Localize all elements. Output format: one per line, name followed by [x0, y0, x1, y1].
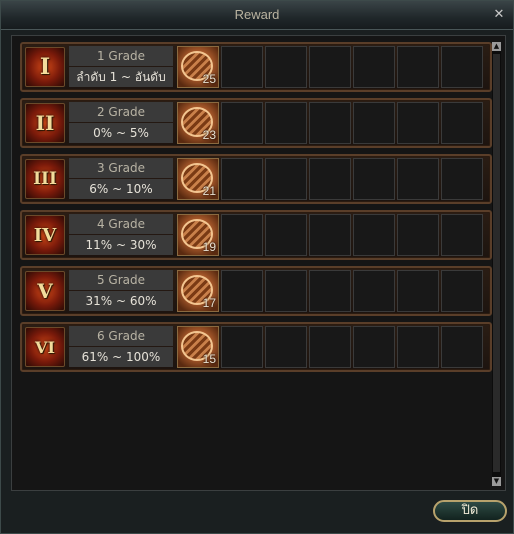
grade-label: 4 Grade: [69, 214, 173, 234]
empty-slot: [309, 214, 351, 256]
reward-item-slot[interactable]: 21: [177, 158, 219, 200]
empty-slot: [397, 270, 439, 312]
empty-slot: [265, 46, 307, 88]
empty-slot: [397, 102, 439, 144]
title-bar[interactable]: Reward ✕: [1, 1, 513, 30]
empty-slot: [353, 326, 395, 368]
reward-item-slot[interactable]: 15: [177, 326, 219, 368]
grade-info: 5 Grade 31% ~ 60%: [69, 270, 173, 312]
scroll-down-icon[interactable]: ▼: [492, 477, 501, 486]
grade-badge-icon: III: [25, 159, 65, 199]
empty-slot: [397, 46, 439, 88]
grade-badge-icon: II: [25, 103, 65, 143]
rank-range-label: ลำดับ 1 ~ อันดับ: [69, 67, 173, 87]
empty-slot: [441, 270, 483, 312]
close-button[interactable]: ปิด: [433, 500, 507, 522]
item-count: 25: [202, 72, 216, 86]
item-count: 15: [202, 352, 216, 366]
empty-slot: [221, 158, 263, 200]
empty-slot: [221, 270, 263, 312]
empty-slot: [441, 326, 483, 368]
empty-slot: [265, 214, 307, 256]
rank-range-label: 0% ~ 5%: [69, 123, 173, 143]
empty-slot: [309, 270, 351, 312]
reward-list-panel: I 1 Grade ลำดับ 1 ~ อันดับ 25 II 2 Grade 0% ~ …: [11, 35, 506, 491]
empty-slot: [309, 158, 351, 200]
grade-label: 3 Grade: [69, 158, 173, 178]
empty-slot: [221, 46, 263, 88]
empty-slot: [397, 158, 439, 200]
empty-slot: [309, 102, 351, 144]
empty-slot: [397, 326, 439, 368]
grade-info: 1 Grade ลำดับ 1 ~ อันดับ: [69, 46, 173, 88]
reward-row: VI 6 Grade 61% ~ 100% 15: [20, 322, 492, 372]
grade-badge-icon: V: [25, 271, 65, 311]
item-count: 17: [202, 296, 216, 310]
reward-row: V 5 Grade 31% ~ 60% 17: [20, 266, 492, 316]
empty-slot: [353, 102, 395, 144]
scrollbar-thumb[interactable]: [493, 54, 500, 472]
grade-roman-numeral: IV: [33, 224, 57, 246]
reward-row: III 3 Grade 6% ~ 10% 21: [20, 154, 492, 204]
empty-slot: [309, 46, 351, 88]
empty-slot: [353, 158, 395, 200]
grade-roman-numeral: I: [39, 54, 51, 80]
grade-badge-icon: IV: [25, 215, 65, 255]
scroll-up-icon[interactable]: ▲: [492, 42, 501, 51]
empty-slot: [441, 102, 483, 144]
grade-label: 6 Grade: [69, 326, 173, 346]
grade-badge-icon: I: [25, 47, 65, 87]
grade-roman-numeral: VI: [35, 337, 55, 357]
rank-range-label: 31% ~ 60%: [69, 291, 173, 311]
grade-info: 2 Grade 0% ~ 5%: [69, 102, 173, 144]
empty-slot: [265, 158, 307, 200]
empty-slot: [221, 102, 263, 144]
reward-item-slot[interactable]: 17: [177, 270, 219, 312]
grade-roman-numeral: V: [37, 279, 53, 303]
grade-label: 5 Grade: [69, 270, 173, 290]
empty-slot: [221, 326, 263, 368]
empty-slot: [441, 158, 483, 200]
empty-slot: [353, 270, 395, 312]
grade-label: 1 Grade: [69, 46, 173, 66]
reward-item-slot[interactable]: 19: [177, 214, 219, 256]
grade-roman-numeral: III: [33, 169, 57, 189]
empty-slot: [441, 214, 483, 256]
reward-item-slot[interactable]: 23: [177, 102, 219, 144]
rank-range-label: 6% ~ 10%: [69, 179, 173, 199]
empty-slot: [441, 46, 483, 88]
empty-slot: [353, 214, 395, 256]
reward-item-slot[interactable]: 25: [177, 46, 219, 88]
grade-info: 3 Grade 6% ~ 10%: [69, 158, 173, 200]
empty-slot: [265, 326, 307, 368]
reward-row: II 2 Grade 0% ~ 5% 23: [20, 98, 492, 148]
item-count: 19: [202, 240, 216, 254]
empty-slot: [221, 214, 263, 256]
grade-badge-icon: VI: [25, 327, 65, 367]
grade-info: 6 Grade 61% ~ 100%: [69, 326, 173, 368]
reward-row: I 1 Grade ลำดับ 1 ~ อันดับ 25: [20, 42, 492, 92]
reward-window: Reward ✕ I 1 Grade ลำดับ 1 ~ อันดับ 25 II 2 G…: [0, 0, 514, 534]
empty-slot: [265, 270, 307, 312]
empty-slot: [353, 46, 395, 88]
item-count: 21: [202, 184, 216, 198]
scrollbar[interactable]: ▲ ▼: [492, 42, 501, 486]
item-count: 23: [202, 128, 216, 142]
window-title: Reward: [234, 7, 280, 22]
empty-slot: [309, 326, 351, 368]
empty-slot: [265, 102, 307, 144]
rank-range-label: 61% ~ 100%: [69, 347, 173, 367]
grade-info: 4 Grade 11% ~ 30%: [69, 214, 173, 256]
grade-label: 2 Grade: [69, 102, 173, 122]
rank-range-label: 11% ~ 30%: [69, 235, 173, 255]
grade-roman-numeral: II: [35, 111, 55, 135]
close-icon[interactable]: ✕: [491, 7, 507, 23]
reward-row: IV 4 Grade 11% ~ 30% 19: [20, 210, 492, 260]
empty-slot: [397, 214, 439, 256]
